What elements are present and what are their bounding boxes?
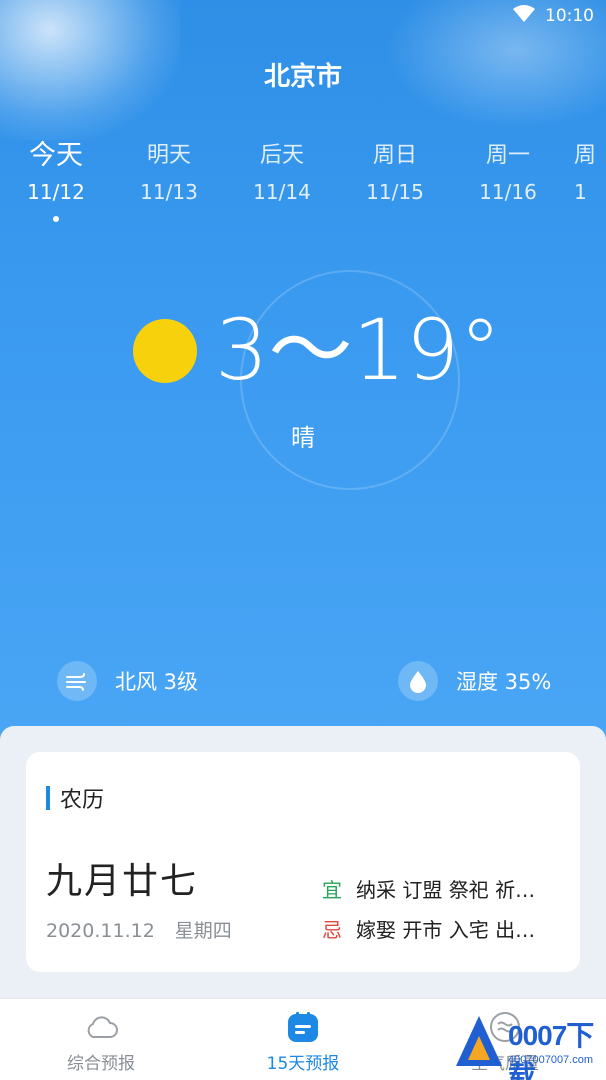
humidity-info: 湿度 35%	[398, 660, 551, 702]
selected-indicator	[53, 216, 59, 222]
day-tab-5[interactable]: 周 1	[574, 140, 606, 212]
calendar-icon	[223, 1009, 383, 1045]
day-selector: 今天 11/12 明天 11/13 后天 11/14 周日 11/15 周一 1…	[0, 140, 606, 240]
weather-condition: 晴	[291, 424, 315, 452]
wind-icon	[57, 661, 97, 701]
city-title[interactable]: 北京市	[0, 56, 606, 93]
day-tab-3[interactable]: 周日 11/15	[345, 140, 445, 212]
inauspicious-row: 忌嫁娶 开市 入宅 出…	[322, 914, 562, 943]
day-name: 周	[574, 143, 597, 168]
site-watermark: 0007下载 4007007007.com	[452, 1010, 606, 1080]
day-name: 后天	[259, 143, 304, 168]
day-tab-1[interactable]: 明天 11/13	[119, 140, 219, 212]
tab-label: 综合预报	[67, 1054, 135, 1074]
day-name: 周一	[485, 143, 530, 168]
water-drop-icon	[398, 661, 438, 701]
auspicious-row: 宜纳采 订盟 祭祀 祈…	[322, 874, 562, 903]
watermark-text: 0007下载	[508, 1020, 594, 1080]
solar-date: 2020.11.12	[46, 920, 155, 942]
sun-icon	[133, 319, 197, 383]
wind-text: 北风 3级	[115, 670, 199, 694]
humidity-text: 湿度 35%	[456, 670, 552, 694]
tab-label: 15天预报	[266, 1054, 340, 1074]
watermark-logo-icon	[456, 1016, 502, 1066]
almanac-title: 农历	[60, 788, 105, 813]
status-bar: 10:10	[513, 4, 594, 28]
wifi-icon	[513, 4, 535, 28]
temperature-range: 3～19°	[215, 301, 502, 399]
day-date: 11/12	[27, 180, 85, 204]
day-date: 11/15	[366, 180, 424, 204]
day-date: 1	[574, 180, 587, 204]
solar-date-row: 2020.11.12 星期四	[46, 916, 232, 943]
tab-overview[interactable]: 综合预报	[21, 1009, 181, 1074]
day-date: 11/13	[140, 180, 198, 204]
day-name: 明天	[146, 143, 191, 168]
yi-label: 宜	[322, 878, 342, 902]
ji-label: 忌	[322, 918, 342, 942]
day-tab-2[interactable]: 后天 11/14	[232, 140, 332, 212]
today-summary: 3～19°	[0, 300, 606, 410]
yi-items: 纳采 订盟 祭祀 祈…	[356, 878, 536, 902]
almanac-header: 农历	[46, 784, 105, 813]
cloud-icon	[21, 1009, 181, 1045]
accent-bar	[46, 786, 50, 810]
lunar-date: 九月廿七	[46, 861, 199, 902]
day-tab-4[interactable]: 周一 11/16	[458, 140, 558, 212]
day-date: 11/14	[253, 180, 311, 204]
status-time: 10:10	[545, 6, 594, 26]
tab-15-day[interactable]: 15天预报	[223, 1009, 383, 1074]
day-date: 11/16	[479, 180, 537, 204]
ji-items: 嫁娶 开市 入宅 出…	[356, 918, 536, 942]
day-name: 周日	[372, 143, 417, 168]
day-tab-0[interactable]: 今天 11/12	[6, 140, 106, 222]
wind-info: 北风 3级	[57, 660, 198, 702]
day-name: 今天	[29, 140, 83, 171]
watermark-url: 4007007007.com	[508, 1054, 594, 1066]
almanac-card[interactable]: 农历 九月廿七 2020.11.12 星期四 宜纳采 订盟 祭祀 祈… 忌嫁娶 开…	[26, 752, 580, 972]
weekday: 星期四	[174, 920, 232, 942]
